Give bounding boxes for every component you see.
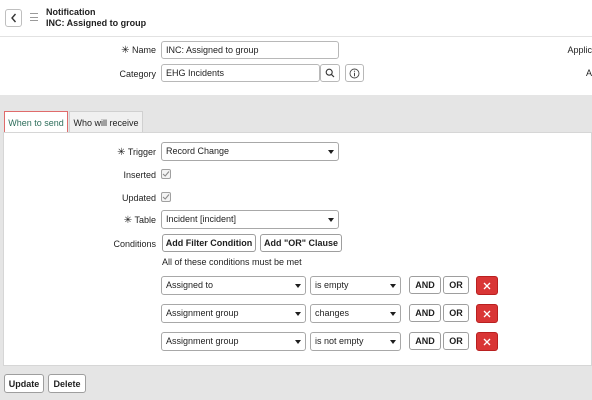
check-icon [162, 194, 170, 200]
conditions-label: Conditions [113, 239, 156, 249]
add-or-clause-button[interactable]: Add "OR" Clause [260, 234, 342, 252]
condition-field-select[interactable]: Assignment group [161, 304, 306, 323]
tab-label: When to send [8, 117, 64, 128]
condition-operator-select[interactable]: is not empty [310, 332, 401, 351]
active-label: A [585, 68, 592, 78]
record-form: ✳ Name INC: Assigned to group Category E… [0, 37, 592, 95]
record-title: INC: Assigned to group [46, 18, 147, 28]
or-button[interactable]: OR [443, 276, 469, 294]
delete-condition-button[interactable] [476, 332, 498, 351]
condition-operator-select[interactable]: changes [310, 304, 401, 323]
update-button[interactable]: Update [4, 374, 44, 393]
mandatory-icon: ✳ [121, 45, 130, 56]
chevron-down-icon [390, 311, 396, 316]
name-label: Name [131, 45, 156, 55]
inserted-label: Inserted [123, 170, 156, 180]
add-filter-condition-button[interactable]: Add Filter Condition [162, 234, 256, 252]
table-value: Incident [incident] [166, 214, 237, 224]
delete-condition-button[interactable] [476, 276, 498, 295]
condition-operator-value: is not empty [315, 336, 364, 346]
chevron-down-icon [295, 283, 301, 288]
check-icon [162, 171, 170, 177]
category-info-button[interactable] [345, 64, 364, 82]
back-button[interactable] [5, 9, 22, 27]
condition-operator-value: changes [315, 308, 350, 318]
chevron-down-icon [295, 311, 301, 316]
delete-condition-button[interactable] [476, 304, 498, 323]
table-select[interactable]: Incident [incident] [161, 210, 339, 229]
condition-operator-value: is empty [315, 280, 349, 290]
info-icon [349, 68, 360, 78]
trigger-select[interactable]: Record Change [161, 142, 339, 161]
condition-field-value: Assignment group [166, 336, 239, 346]
and-button[interactable]: AND [409, 276, 441, 294]
page-header: Notification INC: Assigned to group [0, 0, 592, 37]
inserted-checkbox[interactable] [161, 169, 171, 179]
mandatory-icon: ✳ [123, 215, 133, 226]
condition-field-value: Assignment group [166, 308, 239, 318]
category-label: Category [119, 69, 156, 79]
trigger-value: Record Change [166, 146, 230, 156]
category-lookup-button[interactable] [320, 64, 340, 82]
chevron-left-icon [10, 13, 16, 23]
mandatory-icon: ✳ [117, 147, 126, 158]
table-label-row: ✳ Table [100, 215, 156, 226]
conditions-note: All of these conditions must be met [162, 257, 302, 267]
chevron-down-icon [328, 149, 334, 154]
or-button[interactable]: OR [443, 332, 469, 350]
chevron-down-icon [390, 283, 396, 288]
tab-label: Who will receive [73, 117, 139, 128]
trigger-label: Trigger [127, 147, 156, 157]
tab-when-to-send[interactable]: When to send [4, 111, 68, 133]
and-button[interactable]: AND [409, 332, 441, 350]
or-button[interactable]: OR [443, 304, 469, 322]
delete-button[interactable]: Delete [48, 374, 86, 393]
condition-field-select[interactable]: Assigned to [161, 276, 306, 295]
and-button[interactable]: AND [409, 304, 441, 322]
menu-icon[interactable] [30, 13, 38, 21]
search-icon [325, 68, 335, 78]
trigger-label-row: ✳ Trigger [100, 147, 156, 158]
table-label: Table [134, 215, 156, 225]
close-icon [483, 310, 491, 317]
condition-operator-select[interactable]: is empty [310, 276, 401, 295]
page-title: Notification [46, 7, 96, 17]
tab-who-will-receive[interactable]: Who will receive [69, 111, 143, 133]
close-icon [483, 282, 491, 289]
chevron-down-icon [295, 339, 301, 344]
condition-field-value: Assigned to [166, 280, 214, 290]
close-icon [483, 338, 491, 345]
chevron-down-icon [328, 217, 334, 222]
category-field[interactable]: EHG Incidents [161, 64, 320, 82]
name-label-row: ✳ Name [100, 45, 156, 56]
condition-field-select[interactable]: Assignment group [161, 332, 306, 351]
application-label: Applic [567, 45, 592, 55]
updated-checkbox[interactable] [161, 192, 171, 202]
updated-label: Updated [121, 193, 156, 203]
name-field[interactable]: INC: Assigned to group [161, 41, 339, 59]
chevron-down-icon [390, 339, 396, 344]
